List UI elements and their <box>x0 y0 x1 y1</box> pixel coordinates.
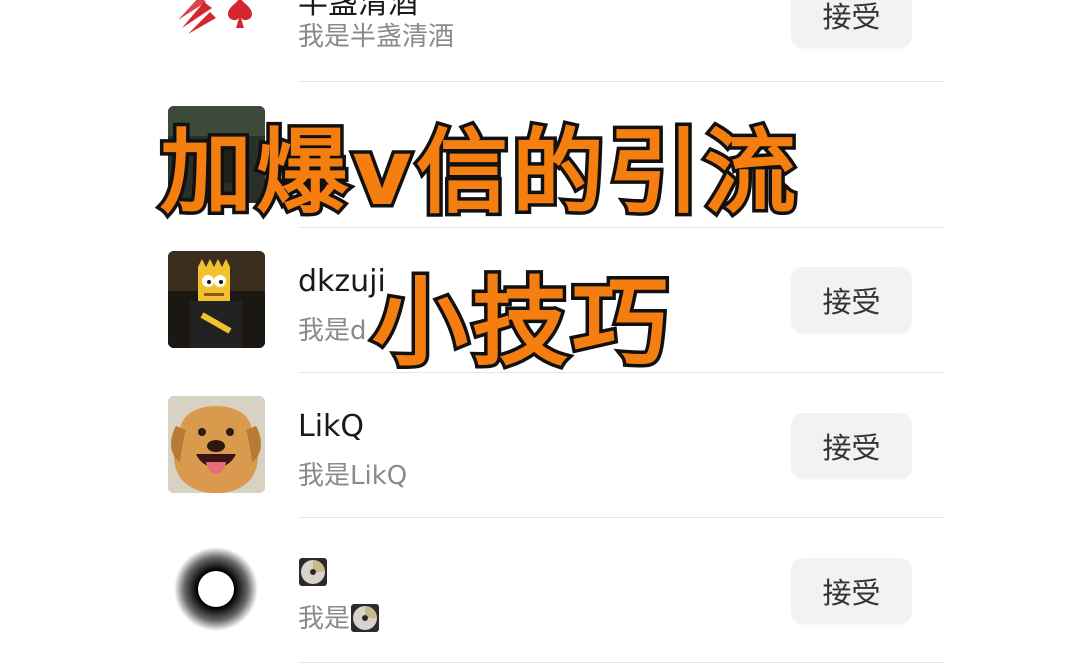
friend-request-row: LikQ 我是LikQ 接受 <box>0 373 1080 518</box>
request-message: 我是LikQ <box>298 461 408 491</box>
card-art-avatar[interactable] <box>168 0 265 59</box>
eclipse-ring-avatar[interactable] <box>168 541 265 638</box>
accept-button[interactable]: 接受 <box>791 413 912 479</box>
cd-icon <box>351 604 380 632</box>
friend-request-row: 我是 接受 <box>0 518 1080 663</box>
row-divider <box>298 662 944 663</box>
requester-name-icon <box>298 554 328 589</box>
request-message: 我是 <box>298 598 380 635</box>
cartoon-character-avatar[interactable] <box>168 251 265 348</box>
golden-retriever-avatar[interactable] <box>168 396 265 493</box>
overlay-title-line-1: 加爆v信的引流 <box>157 116 800 230</box>
request-message-prefix: 我是 <box>298 604 351 634</box>
accept-button[interactable]: 接受 <box>791 0 912 48</box>
friend-request-row: 半盏清酒 我是半盏清酒 接受 <box>0 0 1080 83</box>
accept-button[interactable]: 接受 <box>791 558 912 624</box>
accept-button[interactable]: 接受 <box>791 267 912 333</box>
requester-name: LikQ <box>298 409 365 444</box>
cd-icon <box>299 558 327 586</box>
overlay-title-line-2: 小技巧 <box>369 264 672 383</box>
request-message: 我是半盏清酒 <box>298 22 455 52</box>
request-message: 我是d <box>298 316 367 346</box>
